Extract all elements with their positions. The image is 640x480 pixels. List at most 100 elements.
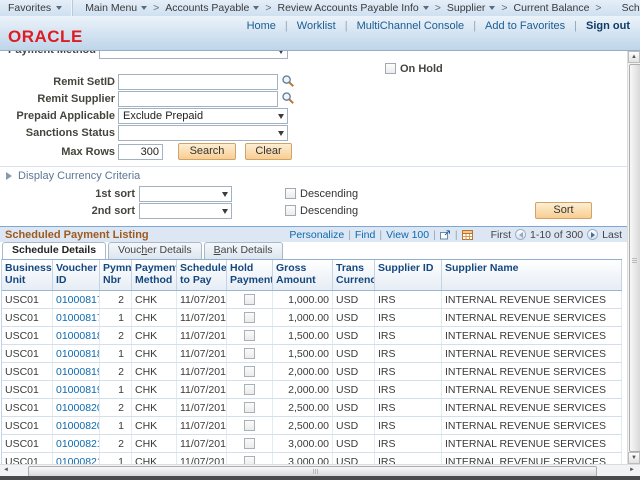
voucher-id-link[interactable]: 01000817 <box>56 312 100 324</box>
cell-voucher: 01000820 <box>53 399 100 416</box>
cell-scheduled: 11/07/2014 <box>177 453 227 464</box>
cell-currency: USD <box>333 345 375 362</box>
hold-payment-checkbox[interactable] <box>244 438 255 449</box>
cell-supplier-name: INTERNAL REVENUE SERVICES <box>442 435 622 452</box>
breadcrumb-item-scheduled-payment[interactable]: Scheduled Payment <box>622 2 640 14</box>
listing-toolbar: Personalize | Find | View 100 | | First … <box>289 227 622 242</box>
chevron-down-icon <box>278 131 284 136</box>
cell-scheduled: 11/07/2014 <box>177 363 227 380</box>
hold-payment-checkbox[interactable] <box>244 384 255 395</box>
chevron-down-icon <box>222 209 228 214</box>
scroll-left-arrow[interactable]: ◄ <box>0 465 12 476</box>
max-rows-input[interactable] <box>118 144 163 160</box>
sanctions-status-select[interactable] <box>118 125 288 141</box>
cell-supplier-id: IRS <box>375 399 442 416</box>
previous-page-icon[interactable] <box>515 229 526 240</box>
payment-method-label: Payment Method <box>0 51 96 56</box>
view-100-link[interactable]: View 100 <box>386 229 429 241</box>
cell-hold <box>227 399 273 416</box>
horizontal-scrollbar[interactable]: ◄ ► <box>0 464 640 476</box>
next-page-icon[interactable] <box>587 229 598 240</box>
scroll-up-arrow[interactable]: ▲ <box>628 51 640 63</box>
personalize-link[interactable]: Personalize <box>289 229 344 241</box>
tab-bank-details[interactable]: Bank Details <box>204 242 283 259</box>
breadcrumb-item-current-balance[interactable]: Current Balance <box>514 2 590 14</box>
scroll-down-arrow[interactable]: ▼ <box>628 452 640 464</box>
breadcrumb-item-accounts-payable[interactable]: Accounts Payable <box>165 2 259 14</box>
voucher-id-link[interactable]: 01000821 <box>56 438 100 450</box>
cell-currency: USD <box>333 291 375 308</box>
cell-hold <box>227 453 273 464</box>
descending1-checkbox[interactable] <box>285 188 296 199</box>
breadcrumb-item-review-accounts-payable-info[interactable]: Review Accounts Payable Info <box>277 2 428 14</box>
descending2-checkbox[interactable] <box>285 205 296 216</box>
sort-button[interactable]: Sort <box>535 202 592 219</box>
header-link-add-to-favorites[interactable]: Add to Favorites <box>485 20 565 32</box>
tab-schedule-details[interactable]: Schedule Details <box>2 242 106 259</box>
first-page-link[interactable]: First <box>491 229 511 241</box>
on-hold-checkbox[interactable] <box>385 63 396 74</box>
find-link[interactable]: Find <box>355 229 375 241</box>
zoom-popup-icon[interactable] <box>440 230 451 240</box>
voucher-id-link[interactable]: 01000818 <box>56 330 100 342</box>
hold-payment-checkbox[interactable] <box>244 366 255 377</box>
hold-payment-checkbox[interactable] <box>244 312 255 323</box>
hold-payment-checkbox[interactable] <box>244 402 255 413</box>
voucher-id-link[interactable]: 01000818 <box>56 348 100 360</box>
cell-supplier-id: IRS <box>375 417 442 434</box>
scroll-right-arrow[interactable]: ► <box>626 465 638 476</box>
remit-supplier-input[interactable] <box>118 91 278 107</box>
first-sort-select[interactable] <box>139 186 232 202</box>
header-link-worklist[interactable]: Worklist <box>297 20 336 32</box>
second-sort-select[interactable] <box>139 203 232 219</box>
prepaid-applicable-select[interactable]: Exclude Prepaid <box>118 108 288 124</box>
chevron-down-icon <box>253 6 259 10</box>
breadcrumb-separator: > <box>265 2 271 14</box>
separator: | <box>345 20 348 32</box>
tab-voucher-details[interactable]: Voucher Details <box>108 242 202 259</box>
cell-voucher: 01000821 <box>53 435 100 452</box>
payment-method-select[interactable] <box>99 51 288 59</box>
breadcrumb-item-main-menu[interactable]: Main Menu <box>85 2 147 14</box>
window-bottom-edge <box>0 476 640 480</box>
search-button[interactable]: Search <box>178 143 236 160</box>
vertical-scrollbar-thumb[interactable] <box>629 64 640 452</box>
prepaid-applicable-label: Prepaid Applicable <box>0 110 115 122</box>
last-page-link[interactable]: Last <box>602 229 622 241</box>
display-currency-criteria-label: Display Currency Criteria <box>18 170 140 182</box>
table-row: USC01010008172CHK11/07/20141,000.00USDIR… <box>2 291 622 309</box>
cell-gross: 1,000.00 <box>273 291 333 308</box>
sign-out-link[interactable]: Sign out <box>586 20 630 32</box>
download-grid-icon[interactable] <box>462 230 473 240</box>
hold-payment-checkbox[interactable] <box>244 294 255 305</box>
breadcrumb-item-supplier[interactable]: Supplier <box>447 2 496 14</box>
cell-hold <box>227 345 273 362</box>
voucher-id-link[interactable]: 01000819 <box>56 366 100 378</box>
cell-supplier-id: IRS <box>375 363 442 380</box>
display-currency-criteria-expander[interactable]: Display Currency Criteria <box>6 170 140 182</box>
descending2-label: Descending <box>300 205 358 217</box>
hold-payment-checkbox[interactable] <box>244 330 255 341</box>
cell-method: CHK <box>132 453 177 464</box>
voucher-id-link[interactable]: 01000820 <box>56 402 100 414</box>
cell-method: CHK <box>132 417 177 434</box>
voucher-id-link[interactable]: 01000819 <box>56 384 100 396</box>
hold-payment-checkbox[interactable] <box>244 348 255 359</box>
remit-setid-input[interactable] <box>118 74 278 90</box>
vertical-scrollbar[interactable]: ▲ ▼ <box>627 51 640 464</box>
cell-method: CHK <box>132 291 177 308</box>
cell-supplier-id: IRS <box>375 453 442 464</box>
second-sort-label: 2nd sort <box>0 205 135 217</box>
header-link-home[interactable]: Home <box>247 20 276 32</box>
favorites-menu[interactable]: Favorites <box>0 0 73 16</box>
voucher-id-link[interactable]: 01000821 <box>56 456 100 465</box>
voucher-id-link[interactable]: 01000820 <box>56 420 100 432</box>
hold-payment-checkbox[interactable] <box>244 420 255 431</box>
cell-hold <box>227 417 273 434</box>
voucher-id-link[interactable]: 01000817 <box>56 294 100 306</box>
cell-voucher: 01000819 <box>53 363 100 380</box>
header-link-multichannel-console[interactable]: MultiChannel Console <box>357 20 465 32</box>
hold-payment-checkbox[interactable] <box>244 456 255 464</box>
cell-voucher: 01000817 <box>53 291 100 308</box>
clear-button[interactable]: Clear <box>245 143 292 160</box>
